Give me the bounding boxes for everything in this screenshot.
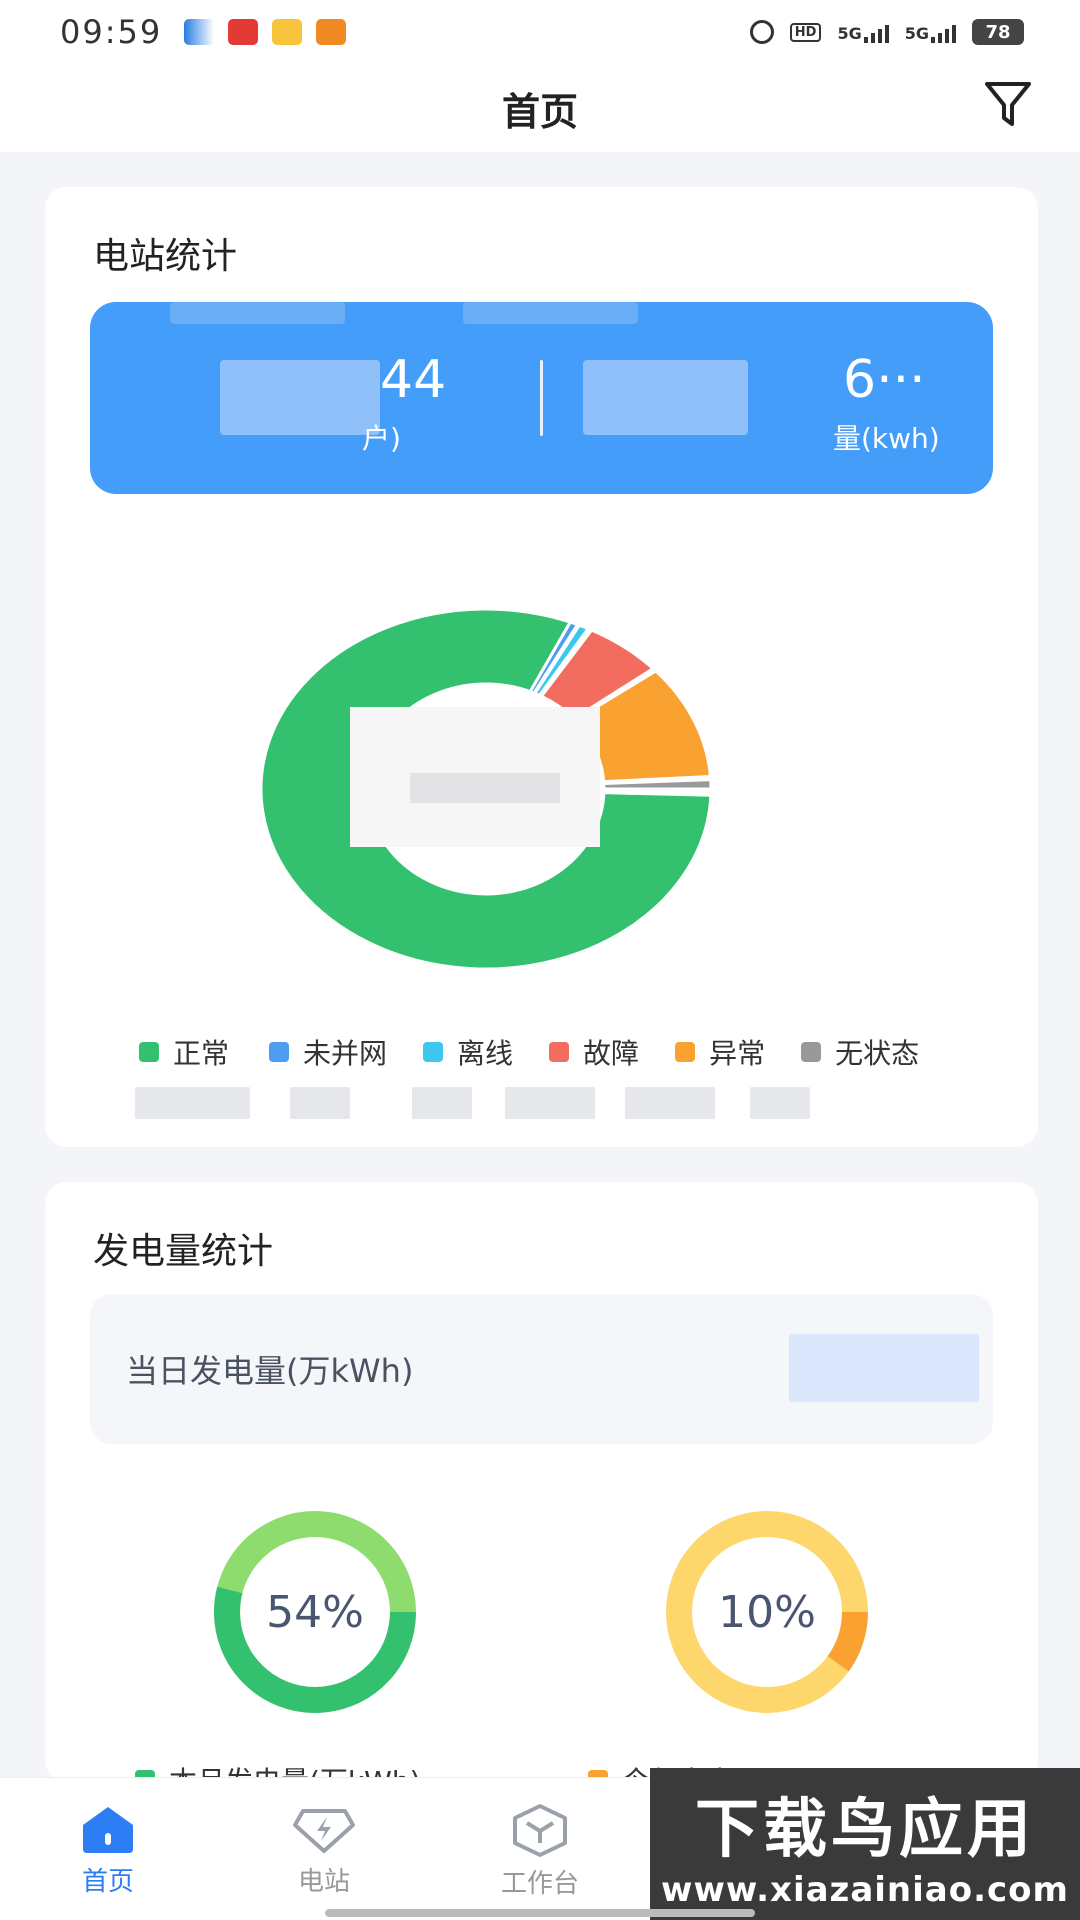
nav-station-label: 电站 <box>297 1867 350 1897</box>
legend-item[interactable]: 故障 <box>549 1032 639 1072</box>
legend-label: 故障 <box>583 1037 640 1070</box>
home-indicator[interactable] <box>325 1909 755 1917</box>
legend-item[interactable]: 正常 <box>139 1032 229 1072</box>
nav-workbench[interactable]: 工作台 <box>432 1778 648 1920</box>
legend-swatch <box>269 1042 290 1062</box>
meituan-app-icon <box>272 19 303 45</box>
legend-label: 离线 <box>457 1037 514 1070</box>
shopping-app-icon <box>316 19 347 45</box>
station-stats-card: 电站统计 44 户) 6··· 量(kwh) 正常 未并网 离线 故障 异常 无状态 <box>45 187 1038 1147</box>
summary-capacity-value: 6··· <box>843 350 926 410</box>
nav-home-label: 首页 <box>81 1867 134 1897</box>
status-time: 09:59 <box>60 13 163 51</box>
station-stats-title: 电站统计 <box>93 236 238 277</box>
legend-swatch <box>549 1042 570 1062</box>
legend-values-redacted <box>110 1087 990 1123</box>
app-notification-icon <box>184 19 215 45</box>
station-status-donut-chart[interactable] <box>259 527 860 1007</box>
page-title: 首页 <box>501 89 578 134</box>
year-percent: 10% <box>718 1586 816 1638</box>
legend-swatch <box>675 1042 696 1062</box>
station-summary-banner[interactable]: 44 户) 6··· 量(kwh) <box>90 302 993 494</box>
page-header: 首页 <box>0 64 1080 152</box>
year-generation-ring[interactable]: 10% <box>642 1487 892 1737</box>
donut-center-redacted-text <box>410 773 560 803</box>
redacted-value <box>750 1087 810 1119</box>
redacted-value <box>505 1087 595 1119</box>
nav-home[interactable]: 首页 <box>0 1778 216 1920</box>
nav-workbench-label: 工作台 <box>500 1869 579 1899</box>
daily-generation-value-redacted <box>789 1334 979 1402</box>
redacted-value <box>625 1087 715 1119</box>
summary-capacity: 6··· 量(kwh) <box>463 302 993 494</box>
daily-generation-label: 当日发电量(万kWh) <box>126 1352 414 1390</box>
filter-icon <box>985 82 1031 126</box>
alarm-icon <box>749 20 774 44</box>
signal-2: 5G <box>905 21 956 43</box>
battery-icon: 78 <box>972 19 1024 45</box>
signal-1: 5G <box>837 21 889 43</box>
month-percent: 54% <box>266 1586 364 1638</box>
legend-label: 未并网 <box>303 1037 388 1070</box>
legend-item[interactable]: 离线 <box>423 1032 513 1072</box>
daily-generation-box[interactable]: 当日发电量(万kWh) <box>90 1294 993 1444</box>
redacted-block <box>170 302 345 324</box>
legend-item[interactable]: 无状态 <box>801 1032 919 1072</box>
legend-item[interactable]: 未并网 <box>269 1032 387 1072</box>
watermark-title: 下载鸟应用 <box>695 1793 1035 1867</box>
music-app-icon <box>228 19 259 45</box>
workbench-icon <box>513 1804 567 1857</box>
watermark-overlay: 下载鸟应用 www.xiazainiao.com <box>650 1768 1080 1920</box>
month-generation-ring[interactable]: 54% <box>190 1487 440 1737</box>
legend-item[interactable]: 异常 <box>675 1032 765 1072</box>
hd-icon: HD <box>789 22 822 42</box>
redacted-value <box>135 1087 250 1119</box>
legend-swatch <box>139 1042 159 1062</box>
nav-station[interactable]: 电站 <box>216 1778 432 1920</box>
legend-label: 异常 <box>709 1037 766 1070</box>
redacted-value <box>412 1087 472 1119</box>
home-icon <box>83 1807 133 1853</box>
summary-households-value: 44 <box>380 350 447 410</box>
station-icon <box>293 1809 355 1853</box>
legend-label: 无状态 <box>835 1037 920 1070</box>
station-status-legend: 正常 未并网 离线 故障 异常 无状态 <box>115 1032 995 1072</box>
status-bar: 09:59 HD 5G 5G 78 <box>0 0 1080 64</box>
summary-capacity-label: 量(kwh) <box>833 422 940 455</box>
redacted-block <box>463 302 638 324</box>
watermark-url: www.xiazainiao.com <box>661 1870 1069 1910</box>
redacted-block <box>583 360 748 435</box>
legend-swatch <box>423 1042 444 1062</box>
donut-chart-svg <box>259 607 713 971</box>
signal-bars-icon <box>863 21 889 43</box>
redacted-block <box>220 360 380 435</box>
energy-stats-title: 发电量统计 <box>93 1231 274 1272</box>
status-indicators: HD 5G 5G 78 <box>749 19 1024 45</box>
filter-button[interactable] <box>976 72 1040 136</box>
status-app-icons <box>184 19 347 45</box>
energy-stats-card: 发电量统计 当日发电量(万kWh) 54% 10% 本月发电量(万kWh) 今年… <box>45 1182 1038 1798</box>
signal-bars-icon <box>931 21 956 43</box>
summary-households: 44 户) <box>90 302 540 494</box>
summary-households-label: 户) <box>362 422 401 455</box>
legend-swatch <box>801 1042 822 1062</box>
legend-label: 正常 <box>173 1037 230 1070</box>
redacted-value <box>290 1087 350 1119</box>
